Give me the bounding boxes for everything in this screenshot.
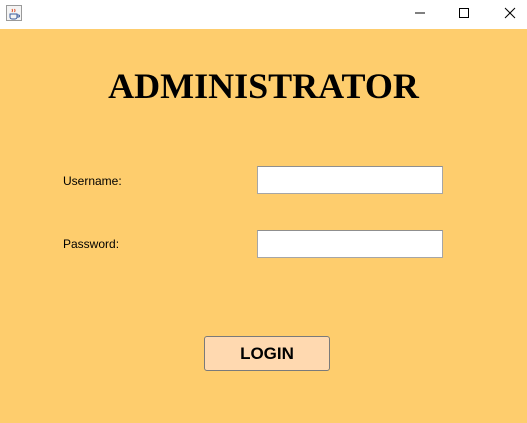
minimize-button[interactable] bbox=[397, 0, 443, 29]
minimize-icon bbox=[414, 6, 426, 24]
login-button[interactable]: LOGIN bbox=[204, 336, 330, 371]
password-field[interactable] bbox=[257, 230, 443, 258]
maximize-button[interactable] bbox=[441, 0, 487, 29]
page-title: ADMINISTRATOR bbox=[108, 66, 419, 106]
password-label: Password: bbox=[63, 237, 120, 251]
username-field[interactable] bbox=[257, 166, 443, 194]
close-icon bbox=[504, 6, 516, 24]
java-coffee-cup-icon[interactable] bbox=[6, 5, 22, 21]
application-window: ADMINISTRATOR Username: Password: LOGIN bbox=[0, 0, 527, 423]
maximize-icon bbox=[458, 6, 470, 24]
username-label: Username: bbox=[63, 174, 122, 188]
login-panel: ADMINISTRATOR Username: Password: LOGIN bbox=[0, 29, 527, 423]
title-bar[interactable] bbox=[0, 0, 527, 29]
close-button[interactable] bbox=[487, 0, 527, 29]
